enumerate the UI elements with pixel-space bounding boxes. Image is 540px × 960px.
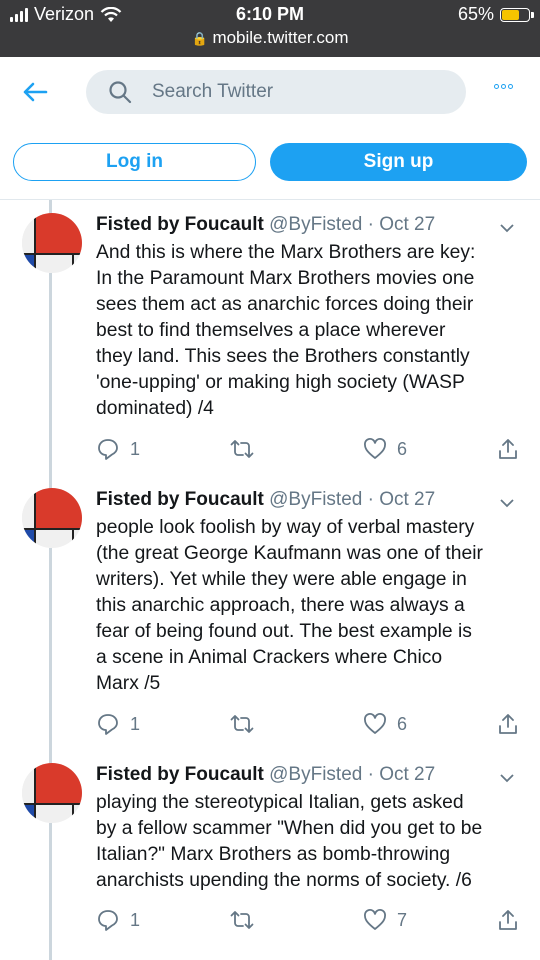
battery: 65% <box>457 4 534 25</box>
reply-icon <box>98 714 118 735</box>
like-button[interactable]: 7 <box>363 908 407 932</box>
reply-button[interactable]: 1 <box>96 437 140 461</box>
retweet-icon <box>230 440 254 458</box>
tweet-text: And this is where the Marx Brothers are … <box>96 242 476 419</box>
address-bar[interactable]: 🔒 mobile.twitter.com <box>0 28 540 48</box>
chevron-down-icon[interactable] <box>499 772 515 784</box>
url-text: mobile.twitter.com <box>212 28 349 47</box>
lock-icon: 🔒 <box>191 31 208 46</box>
like-count: 6 <box>397 438 408 459</box>
battery-icon <box>500 7 534 22</box>
reply-button[interactable]: 1 <box>96 908 140 932</box>
signup-button[interactable]: Sign up <box>270 143 527 181</box>
share-icon <box>499 714 517 734</box>
more-options-icon[interactable] <box>494 84 513 89</box>
chevron-down-icon[interactable] <box>499 222 515 234</box>
thread-line <box>49 273 52 475</box>
heart-icon <box>364 438 386 459</box>
tweet-header: Fisted by Foucault @ByFisted · Oct 27 <box>96 489 435 511</box>
tweet[interactable]: Fisted by Foucault @ByFisted · Oct 27 pe… <box>0 475 540 750</box>
share-button[interactable] <box>496 712 520 736</box>
avatar[interactable] <box>22 213 82 273</box>
tweet-header: Fisted by Foucault @ByFisted · Oct 27 <box>96 764 435 786</box>
tweet-actions: 1 6 <box>96 437 526 465</box>
retweet-icon <box>230 715 254 733</box>
thread-line <box>49 200 52 213</box>
like-count: 7 <box>397 909 408 930</box>
tweet-text: people look foolish by way of verbal mas… <box>96 517 483 694</box>
display-name[interactable]: Fisted by Foucault <box>96 214 264 235</box>
handle-date[interactable]: @ByFisted · Oct 27 <box>269 489 435 510</box>
tweet-text: playing the stereotypical Italian, gets … <box>96 792 483 891</box>
like-count: 6 <box>397 713 408 734</box>
tweet[interactable]: Fisted by Foucault @ByFisted · Oct 27 An… <box>0 200 540 475</box>
login-button[interactable]: Log in <box>13 143 256 181</box>
share-icon <box>499 439 517 459</box>
tweet-actions: 1 6 <box>96 712 526 740</box>
retweet-button[interactable] <box>230 712 254 736</box>
tweet-header: Fisted by Foucault @ByFisted · Oct 27 <box>96 214 435 236</box>
reply-icon <box>98 910 118 931</box>
retweet-button[interactable] <box>230 908 254 932</box>
share-button[interactable] <box>496 437 520 461</box>
heart-icon <box>364 713 386 734</box>
thread-line <box>49 750 52 763</box>
share-icon <box>499 910 517 930</box>
tweet-actions: 1 7 <box>96 908 526 936</box>
thread-line <box>49 823 52 960</box>
handle-date[interactable]: @ByFisted · Oct 27 <box>269 214 435 235</box>
reply-icon <box>98 439 118 460</box>
chevron-down-icon[interactable] <box>499 497 515 509</box>
heart-icon <box>364 909 386 930</box>
avatar[interactable] <box>22 763 82 823</box>
reply-count: 1 <box>130 909 141 930</box>
reply-button[interactable]: 1 <box>96 712 140 736</box>
retweet-icon <box>230 911 254 929</box>
search-input[interactable]: Search Twitter <box>86 70 466 114</box>
share-button[interactable] <box>496 908 520 932</box>
thread-line <box>49 475 52 488</box>
tweet[interactable]: Fisted by Foucault @ByFisted · Oct 27 pl… <box>0 750 540 960</box>
back-arrow-icon[interactable] <box>20 77 50 107</box>
like-button[interactable]: 6 <box>363 437 407 461</box>
battery-percent: 65% <box>457 4 494 24</box>
reply-count: 1 <box>130 713 141 734</box>
retweet-button[interactable] <box>230 437 254 461</box>
reply-count: 1 <box>130 438 141 459</box>
avatar[interactable] <box>22 488 82 548</box>
display-name[interactable]: Fisted by Foucault <box>96 489 264 510</box>
thread-line <box>49 548 52 750</box>
top-header: Search Twitter Log in Sign up <box>0 57 540 200</box>
display-name[interactable]: Fisted by Foucault <box>96 764 264 785</box>
status-bar: Verizon 6:10 PM 🔒 mobile.twitter.com 65% <box>0 0 540 57</box>
search-placeholder: Search Twitter <box>152 81 274 102</box>
like-button[interactable]: 6 <box>363 712 407 736</box>
search-icon <box>109 81 132 104</box>
handle-date[interactable]: @ByFisted · Oct 27 <box>269 764 435 785</box>
